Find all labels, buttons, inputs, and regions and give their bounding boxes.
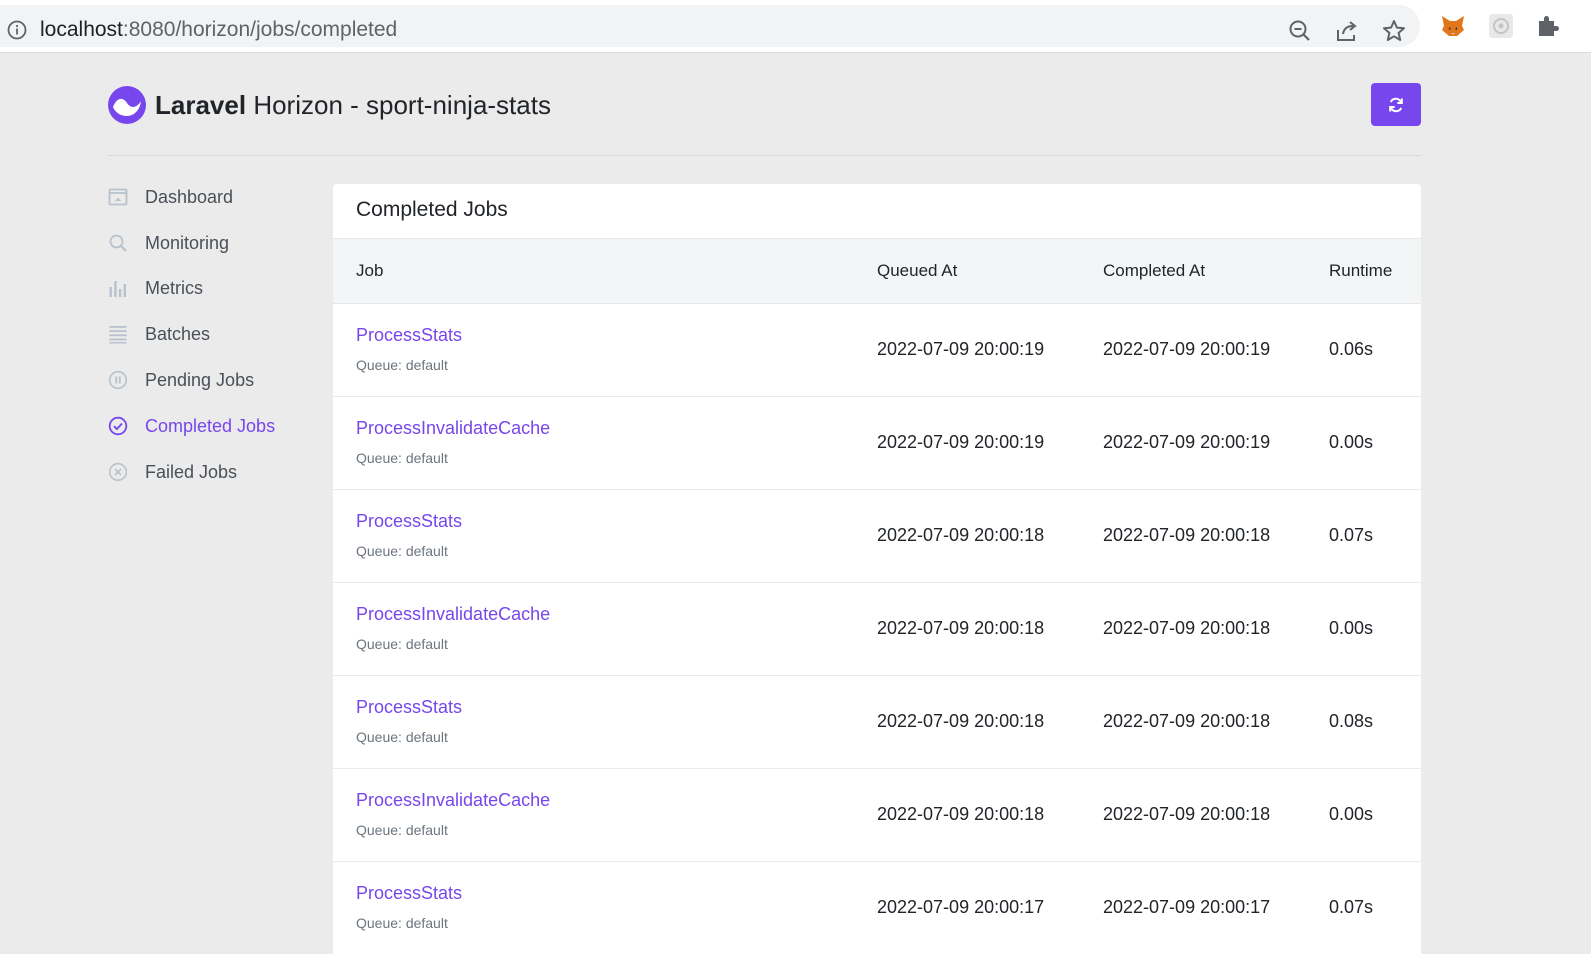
brand-name-rest: Horizon - sport-ninja-stats	[253, 89, 551, 120]
sidebar-item-label: Metrics	[145, 277, 203, 298]
sidebar-item-metrics[interactable]: Metrics	[108, 271, 308, 305]
queued-at-cell: 2022-07-09 20:00:18	[877, 711, 1045, 731]
card-title: Completed Jobs	[356, 198, 508, 221]
completed-at-cell: 2022-07-09 20:00:19	[1103, 432, 1271, 452]
sidebar-item-failed-jobs[interactable]: Failed Jobs	[108, 455, 308, 489]
table-row: ProcessStats Queue: default 2022-07-09 2…	[333, 490, 1421, 583]
queue-label: Queue: default	[356, 636, 448, 652]
browser-toolbar: localhost:8080/horizon/jobs/completed	[0, 0, 1591, 53]
sidebar-item-batches[interactable]: Batches	[108, 317, 308, 351]
sidebar-item-dashboard[interactable]: Dashboard	[108, 180, 308, 214]
runtime-cell: 0.00s	[1329, 618, 1374, 638]
app-brand[interactable]: Laravel Horizon - sport-ninja-stats	[108, 85, 551, 125]
queued-at-cell: 2022-07-09 20:00:17	[877, 897, 1045, 917]
url-text[interactable]: localhost:8080/horizon/jobs/completed	[40, 18, 397, 42]
job-name-link[interactable]: ProcessInvalidateCache	[356, 418, 550, 439]
address-bar[interactable]: localhost:8080/horizon/jobs/completed	[0, 5, 1420, 47]
completed-at-cell: 2022-07-09 20:00:19	[1103, 339, 1271, 359]
search-icon	[109, 234, 127, 252]
gear-extension-icon[interactable]	[1487, 12, 1515, 40]
job-name-link[interactable]: ProcessStats	[356, 325, 462, 346]
runtime-cell: 0.00s	[1329, 804, 1374, 824]
bookmark-star-icon[interactable]	[1381, 18, 1407, 44]
queued-at-cell: 2022-07-09 20:00:18	[877, 804, 1045, 824]
check-circle-icon	[108, 416, 128, 436]
fox-extension-icon[interactable]	[1439, 12, 1467, 40]
queue-label: Queue: default	[356, 450, 448, 466]
table-row: ProcessStats Queue: default 2022-07-09 2…	[333, 676, 1421, 769]
list-icon	[109, 326, 127, 344]
job-name-link[interactable]: ProcessInvalidateCache	[356, 790, 550, 811]
job-name-link[interactable]: ProcessInvalidateCache	[356, 604, 550, 625]
puzzle-extensions-icon[interactable]	[1534, 12, 1562, 40]
queued-at-cell: 2022-07-09 20:00:19	[877, 432, 1045, 452]
queue-label: Queue: default	[356, 357, 448, 373]
brand-name-bold: Laravel	[155, 89, 247, 120]
runtime-cell: 0.06s	[1329, 339, 1374, 359]
page-title: Laravel Horizon - sport-ninja-stats	[155, 90, 551, 121]
sidebar-item-label: Failed Jobs	[145, 461, 238, 482]
runtime-cell: 0.00s	[1329, 432, 1374, 452]
runtime-cell: 0.08s	[1329, 711, 1374, 731]
column-header-runtime: Runtime	[1329, 261, 1393, 280]
completed-jobs-card: Completed Jobs Job Queued At Completed A…	[333, 184, 1421, 954]
completed-at-cell: 2022-07-09 20:00:18	[1103, 804, 1271, 824]
sidebar-item-label: Pending Jobs	[145, 369, 255, 390]
share-icon[interactable]	[1334, 18, 1360, 44]
table-row: ProcessInvalidateCache Queue: default 20…	[333, 769, 1421, 862]
queued-at-cell: 2022-07-09 20:00:19	[877, 339, 1045, 359]
completed-at-cell: 2022-07-09 20:00:18	[1103, 525, 1271, 545]
table-row: ProcessStats Queue: default 2022-07-09 2…	[333, 862, 1421, 954]
completed-at-cell: 2022-07-09 20:00:18	[1103, 618, 1271, 638]
info-icon[interactable]	[7, 20, 27, 40]
runtime-cell: 0.07s	[1329, 897, 1374, 917]
queue-label: Queue: default	[356, 822, 448, 838]
table-row: ProcessInvalidateCache Queue: default 20…	[333, 583, 1421, 676]
sidebar-item-monitoring[interactable]: Monitoring	[108, 226, 308, 260]
sidebar-item-label: Monitoring	[145, 232, 230, 253]
queue-label: Queue: default	[356, 543, 448, 559]
table-header: Job Queued At Completed At Runtime	[333, 238, 1421, 304]
queue-label: Queue: default	[356, 915, 448, 931]
zoom-out-icon[interactable]	[1287, 18, 1313, 44]
bar-chart-icon	[109, 281, 126, 297]
sidebar-item-label: Dashboard	[145, 186, 234, 207]
runtime-cell: 0.07s	[1329, 525, 1374, 545]
sidebar-item-completed-jobs[interactable]: Completed Jobs	[108, 409, 308, 443]
sidebar-item-label: Completed Jobs	[145, 415, 276, 436]
refresh-icon	[1389, 97, 1403, 112]
pause-icon	[108, 370, 128, 390]
queued-at-cell: 2022-07-09 20:00:18	[877, 618, 1045, 638]
table-row: ProcessStats Queue: default 2022-07-09 2…	[333, 304, 1421, 397]
job-name-link[interactable]: ProcessStats	[356, 511, 462, 532]
completed-at-cell: 2022-07-09 20:00:17	[1103, 897, 1271, 917]
column-header-job: Job	[356, 261, 384, 280]
table-row: ProcessInvalidateCache Queue: default 20…	[333, 397, 1421, 490]
x-circle-icon	[108, 462, 128, 482]
sidebar-item-pending-jobs[interactable]: Pending Jobs	[108, 363, 308, 397]
queue-label: Queue: default	[356, 729, 448, 745]
dashboard-icon	[108, 188, 128, 206]
job-name-link[interactable]: ProcessStats	[356, 697, 462, 718]
completed-at-cell: 2022-07-09 20:00:18	[1103, 711, 1271, 731]
sidebar-item-label: Batches	[145, 323, 211, 344]
queued-at-cell: 2022-07-09 20:00:18	[877, 525, 1045, 545]
horizon-logo-icon	[108, 86, 146, 124]
column-header-queued-at: Queued At	[877, 261, 958, 280]
header-divider	[108, 155, 1421, 156]
job-name-link[interactable]: ProcessStats	[356, 883, 462, 904]
url-path: :8080/horizon/jobs/completed	[122, 18, 398, 41]
column-header-completed-at: Completed At	[1103, 261, 1206, 280]
auto-refresh-button[interactable]	[1371, 83, 1421, 126]
url-host: localhost	[40, 18, 123, 41]
